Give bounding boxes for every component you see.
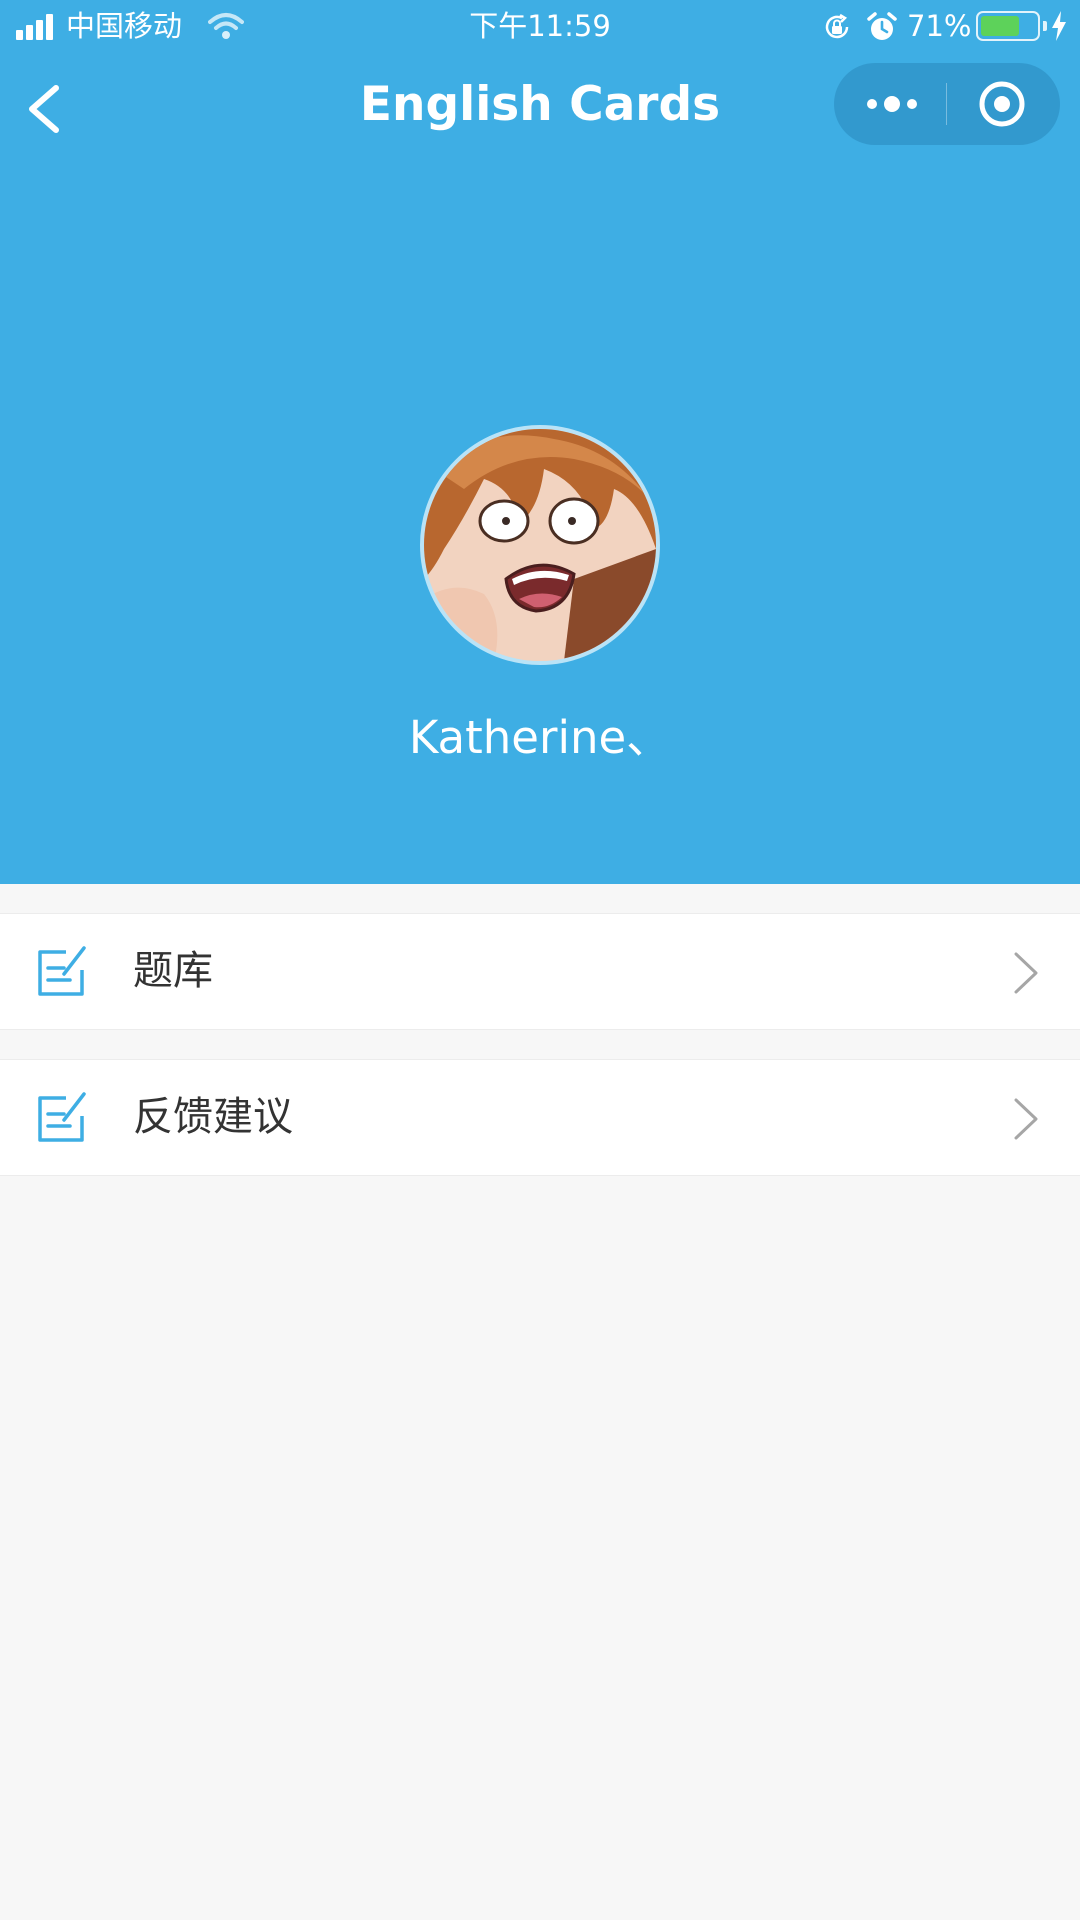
battery-icon: [976, 11, 1040, 41]
status-bar: 中国移动 下午11:59 71%: [0, 0, 1080, 52]
charging-icon: [1052, 11, 1066, 41]
rotation-lock-icon: [825, 13, 849, 39]
chevron-right-icon: [1014, 1098, 1038, 1140]
mini-program-capsule: [834, 63, 1060, 145]
edit-icon: [38, 1092, 86, 1142]
menu-item-question-bank[interactable]: 题库: [0, 913, 1080, 1030]
menu-item-label: 反馈建议: [133, 1094, 293, 1140]
avatar[interactable]: [420, 425, 660, 665]
profile-header: 中国移动 下午11:59 71% English Cards Katherine…: [0, 0, 1080, 884]
more-dots-icon[interactable]: [834, 63, 946, 145]
username: Katherine、: [408, 711, 672, 764]
battery-tip: [1043, 21, 1047, 31]
menu-item-label: 题库: [133, 948, 213, 994]
battery-level: [981, 16, 1020, 36]
alarm-icon: [867, 12, 897, 40]
battery-percent: 71%: [907, 9, 972, 43]
edit-icon: [38, 946, 86, 996]
menu-item-feedback[interactable]: 反馈建议: [0, 1059, 1080, 1176]
chevron-right-icon: [1014, 952, 1038, 994]
avatar-image: [424, 429, 656, 661]
close-mini-program-icon[interactable]: [947, 63, 1060, 145]
